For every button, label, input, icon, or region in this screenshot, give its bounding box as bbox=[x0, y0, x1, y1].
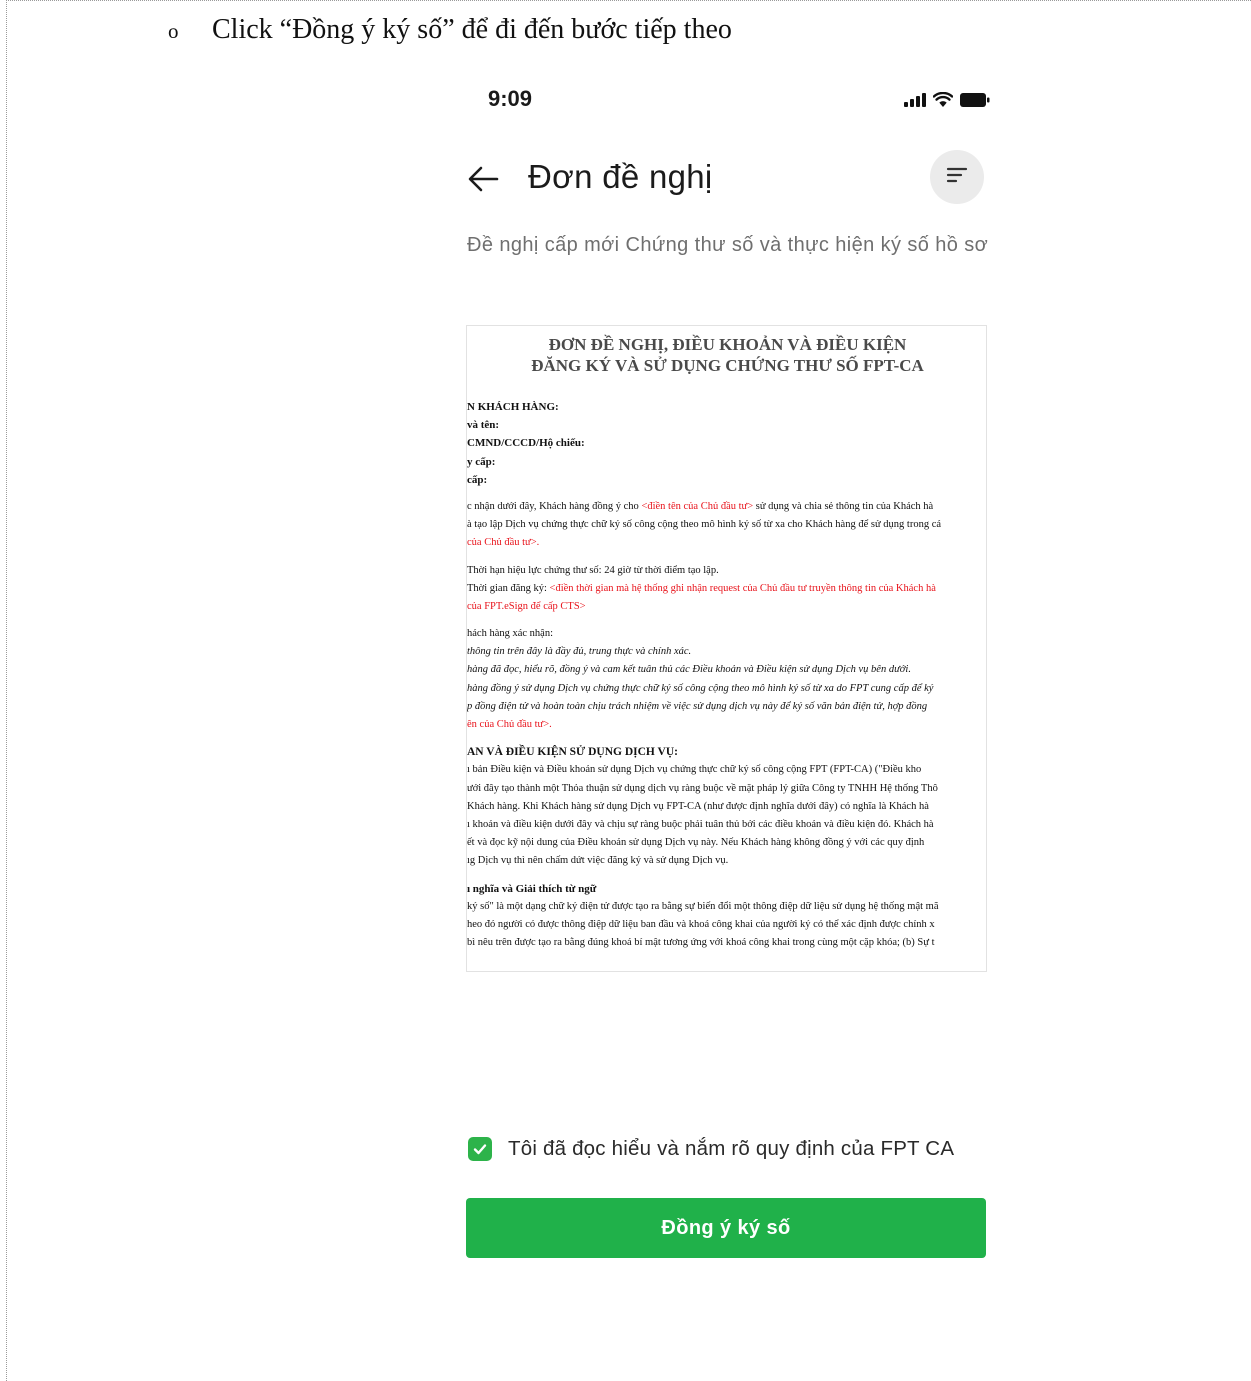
header: Đơn đề nghị bbox=[440, 150, 1010, 210]
back-arrow-icon[interactable] bbox=[466, 164, 500, 194]
doc-line: Thời hạn hiệu lực chứng thư số: 24 giờ t… bbox=[467, 564, 719, 576]
doc-line: Khách hàng. Khi Khách hàng sử dụng Dịch … bbox=[467, 800, 929, 812]
consent-checkbox-row[interactable]: Tôi đã đọc hiểu và nắm rõ quy định của F… bbox=[468, 1137, 954, 1161]
doc-line: ı bản Điều kiện và Điều khoản sử dụng Dị… bbox=[467, 764, 922, 776]
document-preview[interactable]: ĐƠN ĐỀ NGHỊ, ĐIỀU KHOẢN VÀ ĐIỀU KIỆN ĐĂN… bbox=[466, 325, 987, 972]
filter-icon bbox=[945, 165, 969, 190]
status-time: 9:09 bbox=[488, 86, 533, 111]
doc-line: hàng đồng ý sử dụng Dịch vụ chứng thực c… bbox=[467, 682, 934, 694]
doc-line: heo đó người có được thông điệp dữ liệu … bbox=[467, 918, 935, 930]
doc-line: cấp: bbox=[467, 473, 488, 486]
consent-checkbox[interactable] bbox=[468, 1137, 492, 1161]
doc-line: y cấp: bbox=[467, 455, 496, 468]
status-bar: 9:09 bbox=[440, 86, 1010, 116]
document-title: ĐƠN ĐỀ NGHỊ, ĐIỀU KHOẢN VÀ ĐIỀU KIỆN ĐĂN… bbox=[467, 334, 986, 376]
doc-line: ết và đọc kỹ nội dung của Điều khoản sử … bbox=[467, 837, 925, 849]
bullet-marker: o bbox=[168, 19, 179, 43]
doc-line: hách hàng xác nhận: bbox=[467, 628, 554, 640]
doc-line: Thời gian đăng ký: <điền thời gian mà hệ… bbox=[467, 582, 936, 594]
doc-spacer bbox=[467, 489, 986, 498]
status-icons bbox=[904, 92, 990, 107]
doc-line: ı khoản và điều kiện dưới đây và chịu sự… bbox=[467, 818, 934, 830]
doc-spacer bbox=[467, 553, 986, 562]
doc-line: N KHÁCH HÀNG: bbox=[467, 401, 559, 413]
signal-icon bbox=[904, 93, 926, 107]
battery-icon bbox=[960, 93, 990, 107]
page-title: Đơn đề nghị bbox=[528, 158, 713, 195]
doc-spacer bbox=[467, 871, 986, 880]
document-body: N KHÁCH HÀNG: và tên: CMND/CCCD/Hộ chiếu… bbox=[467, 398, 986, 952]
doc-section-heading: ı nghĩa và Giải thích từ ngữ bbox=[467, 882, 597, 895]
page-subtitle: Đề nghị cấp mới Chứng thư số và thực hiệ… bbox=[467, 234, 989, 256]
checkmark-icon bbox=[473, 1144, 487, 1155]
doc-line: hàng đã đọc, hiểu rõ, đồng ý và cam kết … bbox=[467, 664, 911, 676]
doc-section-heading: AN VÀ ĐIỀU KIỆN SỬ DỤNG DỊCH VỤ: bbox=[467, 746, 678, 759]
doc-line: ên của Chủ đầu tư>. bbox=[467, 719, 552, 730]
instruction-line: o Click “Đồng ý ký số” để đi đến bước ti… bbox=[168, 14, 732, 46]
document-title-line-2: ĐĂNG KÝ VÀ SỬ DỤNG CHỨNG THƯ SỐ FPT-CA bbox=[531, 356, 924, 375]
wifi-icon bbox=[933, 92, 953, 107]
doc-line: và tên: bbox=[467, 419, 500, 432]
document-title-line-1: ĐƠN ĐỀ NGHỊ, ĐIỀU KHOẢN VÀ ĐIỀU KIỆN bbox=[548, 335, 907, 354]
doc-line: ký số" là một dạng chữ ký điện tử được t… bbox=[467, 900, 939, 912]
doc-line: ưới đây tạo thành một Thỏa thuận sử dụng… bbox=[467, 782, 938, 794]
doc-line: của Chủ đầu tư>. bbox=[467, 537, 540, 549]
agree-sign-button[interactable]: Đồng ý ký số bbox=[466, 1198, 986, 1258]
consent-label: Tôi đã đọc hiểu và nắm rõ quy định của F… bbox=[508, 1137, 955, 1160]
doc-line: ıg Dịch vụ thì nên chấm dứt việc đăng ký… bbox=[467, 855, 729, 867]
doc-line: của FPT.eSign để cấp CTS> bbox=[467, 600, 586, 612]
doc-line: c nhận dưới đây, Khách hàng đồng ý cho <… bbox=[467, 500, 934, 512]
doc-line: à tạo lập Dịch vụ chứng thực chữ ký số c… bbox=[467, 519, 942, 531]
instruction-text: Click “Đồng ý ký số” để đi đến bước tiếp… bbox=[212, 14, 732, 45]
doc-line: CMND/CCCD/Hộ chiếu: bbox=[467, 437, 585, 450]
doc-line: p đồng điện tử và hoàn toàn chịu trách n… bbox=[467, 700, 928, 712]
doc-line: thông tin trên đây là đầy đủ, trung thực… bbox=[467, 646, 692, 658]
doc-spacer bbox=[467, 734, 986, 743]
phone-screen: 9:09 Đơn đề nghị Đề nghị cấp mới Chứng t… bbox=[440, 72, 1010, 1381]
doc-line: bì nêu trên được tạo ra bằng đúng khoá b… bbox=[467, 937, 935, 949]
doc-spacer bbox=[467, 616, 986, 625]
filter-button[interactable] bbox=[930, 150, 984, 204]
